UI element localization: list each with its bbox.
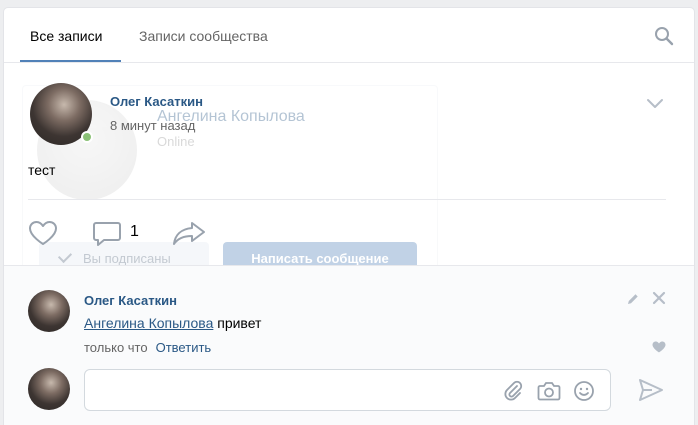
check-icon xyxy=(57,248,73,264)
comment-author-name[interactable]: Олег Касаткин xyxy=(84,293,177,308)
post-text: тест xyxy=(28,162,56,178)
tab-all-posts[interactable]: Все записи xyxy=(30,28,102,44)
post-timestamp[interactable]: 8 минут назад xyxy=(110,118,195,133)
comment-input[interactable] xyxy=(84,369,611,411)
reply-button[interactable]: Ответить xyxy=(156,340,212,355)
comment-icon[interactable] xyxy=(92,220,122,248)
comment-count[interactable]: 1 xyxy=(130,223,139,241)
heart-small-icon[interactable] xyxy=(652,341,666,353)
search-icon[interactable] xyxy=(654,26,674,46)
camera-icon[interactable] xyxy=(537,380,561,402)
tab-community-posts[interactable]: Записи сообщества xyxy=(139,28,268,44)
close-icon[interactable] xyxy=(652,291,666,305)
comment-mention-link[interactable]: Ангелина Копылова xyxy=(84,315,213,331)
preview-status: Online xyxy=(157,134,195,149)
subscribed-label: Вы подписаны xyxy=(83,251,171,266)
smile-icon[interactable] xyxy=(573,380,595,402)
online-indicator xyxy=(81,131,93,143)
send-icon[interactable] xyxy=(638,378,664,402)
share-icon[interactable] xyxy=(172,220,206,246)
active-tab-indicator xyxy=(20,60,121,62)
comment-text: Ангелина Копылова привет xyxy=(84,315,261,331)
pencil-icon[interactable] xyxy=(626,292,640,306)
comment-author-avatar[interactable] xyxy=(28,290,70,332)
divider xyxy=(28,199,666,200)
paperclip-icon[interactable] xyxy=(503,380,523,402)
current-user-avatar[interactable] xyxy=(28,368,70,410)
comments-section: Олег Касаткин Ангелина Копылова привет т… xyxy=(4,265,694,425)
comment-meta: только что Ответить xyxy=(84,340,211,355)
wall-tabs: Все записи Записи сообщества xyxy=(4,8,694,63)
post-author-avatar[interactable] xyxy=(30,83,93,145)
like-icon[interactable] xyxy=(28,220,58,246)
comment-timestamp[interactable]: только что xyxy=(84,340,148,355)
comment-message: привет xyxy=(213,315,262,331)
post-author-name[interactable]: Олег Касаткин xyxy=(110,94,203,109)
wall-card: Все записи Записи сообщества Ангелина Ко… xyxy=(4,8,694,425)
chevron-down-icon[interactable] xyxy=(646,98,664,110)
